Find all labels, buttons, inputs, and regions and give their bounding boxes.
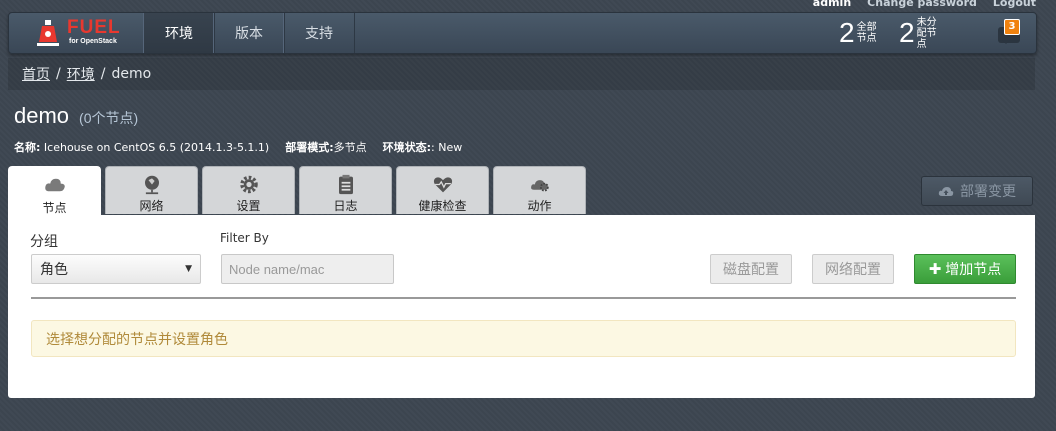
- grouping-selected-value: 角色: [40, 262, 68, 278]
- tab-settings[interactable]: 设置: [202, 166, 295, 214]
- tab-actions[interactable]: 动作: [493, 166, 586, 214]
- total-nodes-label: 全部节点: [856, 22, 877, 44]
- actions-icon: [530, 180, 549, 192]
- grouping-select[interactable]: 角色 ▼: [31, 254, 201, 284]
- top-navbar: FUEL for OpenStack 环境 版本 支持 2 全部节点 2 未分配…: [8, 12, 1037, 54]
- environment-name: demo: [14, 103, 70, 128]
- network-icon: [144, 175, 159, 195]
- tab-nodes[interactable]: 节点: [8, 166, 101, 216]
- notifications-button[interactable]: 3: [994, 19, 1024, 47]
- notification-badge: 3: [1004, 19, 1020, 35]
- tab-health-check-label: 健康检查: [418, 199, 467, 213]
- gear-icon: [239, 175, 258, 194]
- add-nodes-button[interactable]: ✚ 增加节点: [914, 254, 1016, 284]
- total-nodes-count: 2: [839, 17, 855, 48]
- info-status-value: : New: [431, 141, 463, 154]
- tab-nodes-label: 节点: [42, 201, 67, 215]
- unallocated-nodes-count: 2: [899, 17, 915, 48]
- nav-tab-environments[interactable]: 环境: [143, 13, 215, 53]
- divider: [31, 297, 1016, 299]
- tab-health-check[interactable]: 健康检查: [396, 166, 489, 214]
- tab-logs-label: 日志: [333, 199, 358, 213]
- info-name-label: 名称:: [14, 141, 41, 154]
- tab-actions-label: 动作: [527, 199, 552, 213]
- heart-icon: [433, 177, 452, 193]
- fuel-logo-icon: [37, 20, 59, 46]
- nav-tab-support[interactable]: 支持: [283, 13, 355, 53]
- environment-info: 名称: Icehouse on CentOS 6.5 (2014.1.3-5.1…: [14, 139, 462, 155]
- nodes-panel: 分组 Filter By 角色 ▼ 磁盘配置 网络配置 ✚ 增加节点 选择想分配…: [8, 215, 1035, 398]
- page-title: demo (0个节点): [14, 103, 138, 129]
- tab-logs[interactable]: 日志: [299, 166, 392, 214]
- tab-settings-label: 设置: [236, 199, 261, 213]
- fuel-logo[interactable]: FUEL for OpenStack: [9, 13, 141, 53]
- tab-network-label: 网络: [139, 199, 164, 213]
- unallocated-nodes-label: 未分配节点: [916, 16, 937, 50]
- log-icon: [338, 174, 353, 195]
- disk-config-button[interactable]: 磁盘配置: [710, 254, 792, 284]
- add-nodes-label: 增加节点: [945, 262, 1002, 278]
- node-filter-input[interactable]: [221, 254, 394, 284]
- logout-link[interactable]: Logout: [993, 0, 1036, 10]
- node-count: (0个节点): [79, 110, 139, 126]
- info-mode-value: 多节点: [333, 141, 367, 154]
- info-status-label: 环境状态:: [382, 141, 432, 154]
- change-password-link[interactable]: Change password: [867, 0, 977, 10]
- deploy-changes-button[interactable]: 部署变更: [921, 176, 1033, 206]
- cloud-upload-icon: [938, 187, 954, 196]
- username[interactable]: admin: [813, 0, 851, 10]
- network-config-button[interactable]: 网络配置: [812, 254, 894, 284]
- unallocated-nodes-stat: 2 未分配节点: [899, 16, 945, 50]
- breadcrumb-environments[interactable]: 环境: [67, 64, 95, 84]
- info-mode-label: 部署模式:: [285, 141, 334, 154]
- total-nodes-stat: 2 全部节点: [839, 17, 885, 49]
- grouping-label: 分组: [30, 234, 58, 250]
- logo-text: FUEL: [67, 17, 121, 38]
- tab-network[interactable]: 网络: [105, 166, 198, 214]
- user-bar: admin Change password Logout: [813, 0, 1036, 10]
- info-alert: 选择想分配的节点并设置角色: [31, 320, 1016, 357]
- info-name-value: Icehouse on CentOS 6.5 (2014.1.3-5.1.1): [43, 141, 270, 154]
- chevron-down-icon: ▼: [185, 264, 192, 274]
- nav-tab-releases[interactable]: 版本: [213, 13, 285, 53]
- breadcrumb-home[interactable]: 首页: [22, 64, 50, 84]
- deploy-changes-label: 部署变更: [960, 184, 1016, 200]
- filter-label: Filter By: [220, 231, 269, 245]
- logo-subtitle: for OpenStack: [69, 38, 117, 45]
- breadcrumb: 首页 / 环境 / demo: [8, 58, 1035, 90]
- breadcrumb-current: demo: [111, 66, 152, 82]
- plus-icon: ✚: [928, 260, 942, 278]
- cloud-icon: [44, 178, 65, 192]
